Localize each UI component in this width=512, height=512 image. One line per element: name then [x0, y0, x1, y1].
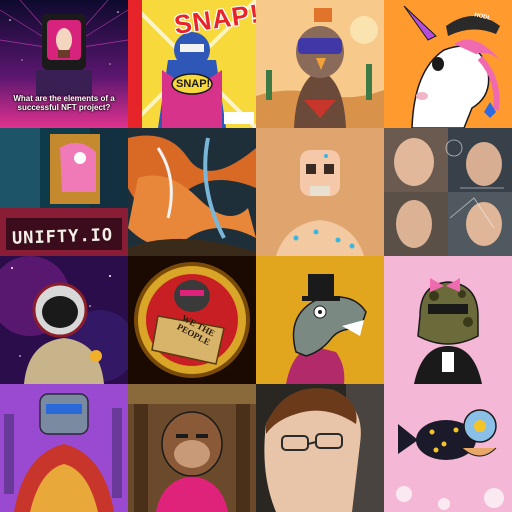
tile-skull-figure[interactable]: [256, 128, 384, 256]
tile-robot-poncho[interactable]: [0, 384, 128, 512]
unifty-sign: UNIFTY.IO: [11, 225, 114, 249]
dino-tophat-art: [256, 256, 384, 384]
tile-we-the-people[interactable]: WE THE PEOPLE: [128, 256, 256, 384]
tile-hodl-unicorn[interactable]: HODL: [384, 0, 512, 128]
tile-caption: What are the elements of a successful NF…: [13, 94, 115, 112]
tile-fluid-art[interactable]: [128, 128, 256, 256]
tile-nft-project-tv[interactable]: What are the elements of a successful NF…: [0, 0, 128, 128]
camo-character-art: [384, 256, 512, 384]
bored-ape-art: [128, 384, 256, 512]
tile-bored-ape[interactable]: [128, 384, 256, 512]
boy-glasses-photo: [256, 384, 384, 512]
tile-boy-glasses[interactable]: [256, 384, 384, 512]
tile-unifty-horse[interactable]: UNIFTY.IO: [0, 128, 128, 256]
pufferfish-art: [384, 384, 512, 512]
tile-math-meme[interactable]: [384, 128, 512, 256]
tile-dino-tophat[interactable]: [256, 256, 384, 384]
space-astronaut-art: [0, 256, 128, 384]
nft-image-grid: What are the elements of a successful NF…: [0, 0, 512, 512]
tile-camo-bow[interactable]: [384, 256, 512, 384]
robot-poncho-art: [0, 384, 128, 512]
skull-figure-art: [256, 128, 384, 256]
math-meme-art: [384, 128, 512, 256]
fluid-abstract-art: [128, 128, 256, 256]
snap-badge: SNAP!: [176, 78, 211, 90]
tile-space-astronaut[interactable]: [0, 256, 128, 384]
tile-pufferfish[interactable]: [384, 384, 512, 512]
tile-snap-comic[interactable]: SNAP! SNAP!: [128, 0, 256, 128]
hodl-unicorn-art: [384, 0, 512, 128]
tile-vr-bird[interactable]: [256, 0, 384, 128]
vr-bird-art: [256, 0, 384, 128]
